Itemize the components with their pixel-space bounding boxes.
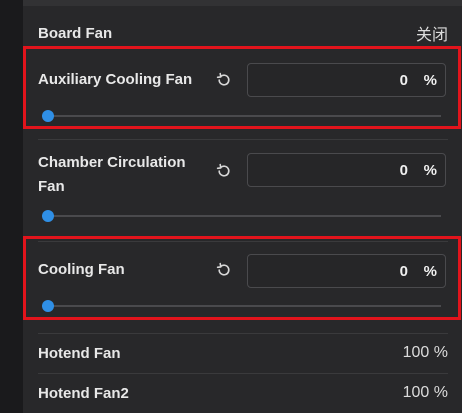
divider xyxy=(38,241,448,242)
chamber-circulation-fan-control: Chamber Circulation Fan % xyxy=(23,146,462,230)
chamber-circulation-fan-label-line1: Chamber Circulation xyxy=(38,154,186,171)
cooling-fan-label: Cooling Fan xyxy=(38,261,125,278)
reset-icon[interactable] xyxy=(215,261,233,279)
chamber-circulation-fan-label: Chamber Circulation Fan xyxy=(38,151,186,199)
slider-thumb[interactable] xyxy=(42,110,54,122)
fan-control-panel: Board Fan 关闭 Auxiliary Cooling Fan % Cha… xyxy=(23,0,462,413)
left-panel-edge xyxy=(0,0,23,413)
reset-icon[interactable] xyxy=(215,71,233,89)
hotend-fan2-value: 100 % xyxy=(402,384,448,401)
auxiliary-cooling-fan-label: Auxiliary Cooling Fan xyxy=(38,71,193,88)
auxiliary-cooling-fan-input[interactable]: % xyxy=(247,63,446,97)
divider xyxy=(38,139,448,140)
divider xyxy=(38,333,448,334)
slider-track xyxy=(42,115,441,117)
slider-track xyxy=(42,215,441,217)
hotend-fan-value: 100 % xyxy=(402,344,448,361)
slider-thumb[interactable] xyxy=(42,210,54,222)
chamber-circulation-fan-input[interactable]: % xyxy=(247,153,446,187)
hotend-fan-row: Hotend Fan 100 % xyxy=(38,342,448,364)
slider-thumb[interactable] xyxy=(42,300,54,312)
percent-unit: % xyxy=(423,263,437,280)
divider xyxy=(38,373,448,374)
slider-track xyxy=(42,305,441,307)
chamber-circulation-fan-value[interactable] xyxy=(248,154,408,186)
chamber-circulation-fan-label-line2: Fan xyxy=(38,178,65,195)
auxiliary-cooling-fan-slider[interactable] xyxy=(42,109,441,123)
hotend-fan2-label: Hotend Fan2 xyxy=(38,384,129,402)
chamber-circulation-fan-slider[interactable] xyxy=(42,209,441,223)
divider xyxy=(38,47,448,48)
cooling-fan-control: Cooling Fan % xyxy=(23,248,462,318)
hotend-fan-label: Hotend Fan xyxy=(38,344,121,362)
board-fan-label: Board Fan xyxy=(38,24,113,42)
percent-unit: % xyxy=(423,72,437,89)
reset-icon[interactable] xyxy=(215,162,233,180)
auxiliary-cooling-fan-value[interactable] xyxy=(248,64,408,96)
cooling-fan-value[interactable] xyxy=(248,255,408,287)
percent-unit: % xyxy=(423,162,437,179)
auxiliary-cooling-fan-control: Auxiliary Cooling Fan % xyxy=(23,54,462,132)
board-fan-value: 关闭 xyxy=(415,27,448,44)
board-fan-row: Board Fan 关闭 xyxy=(38,22,448,45)
panel-top-edge xyxy=(23,0,462,6)
cooling-fan-input[interactable]: % xyxy=(247,254,446,288)
cooling-fan-slider[interactable] xyxy=(42,299,441,313)
hotend-fan2-row: Hotend Fan2 100 % xyxy=(38,382,448,404)
